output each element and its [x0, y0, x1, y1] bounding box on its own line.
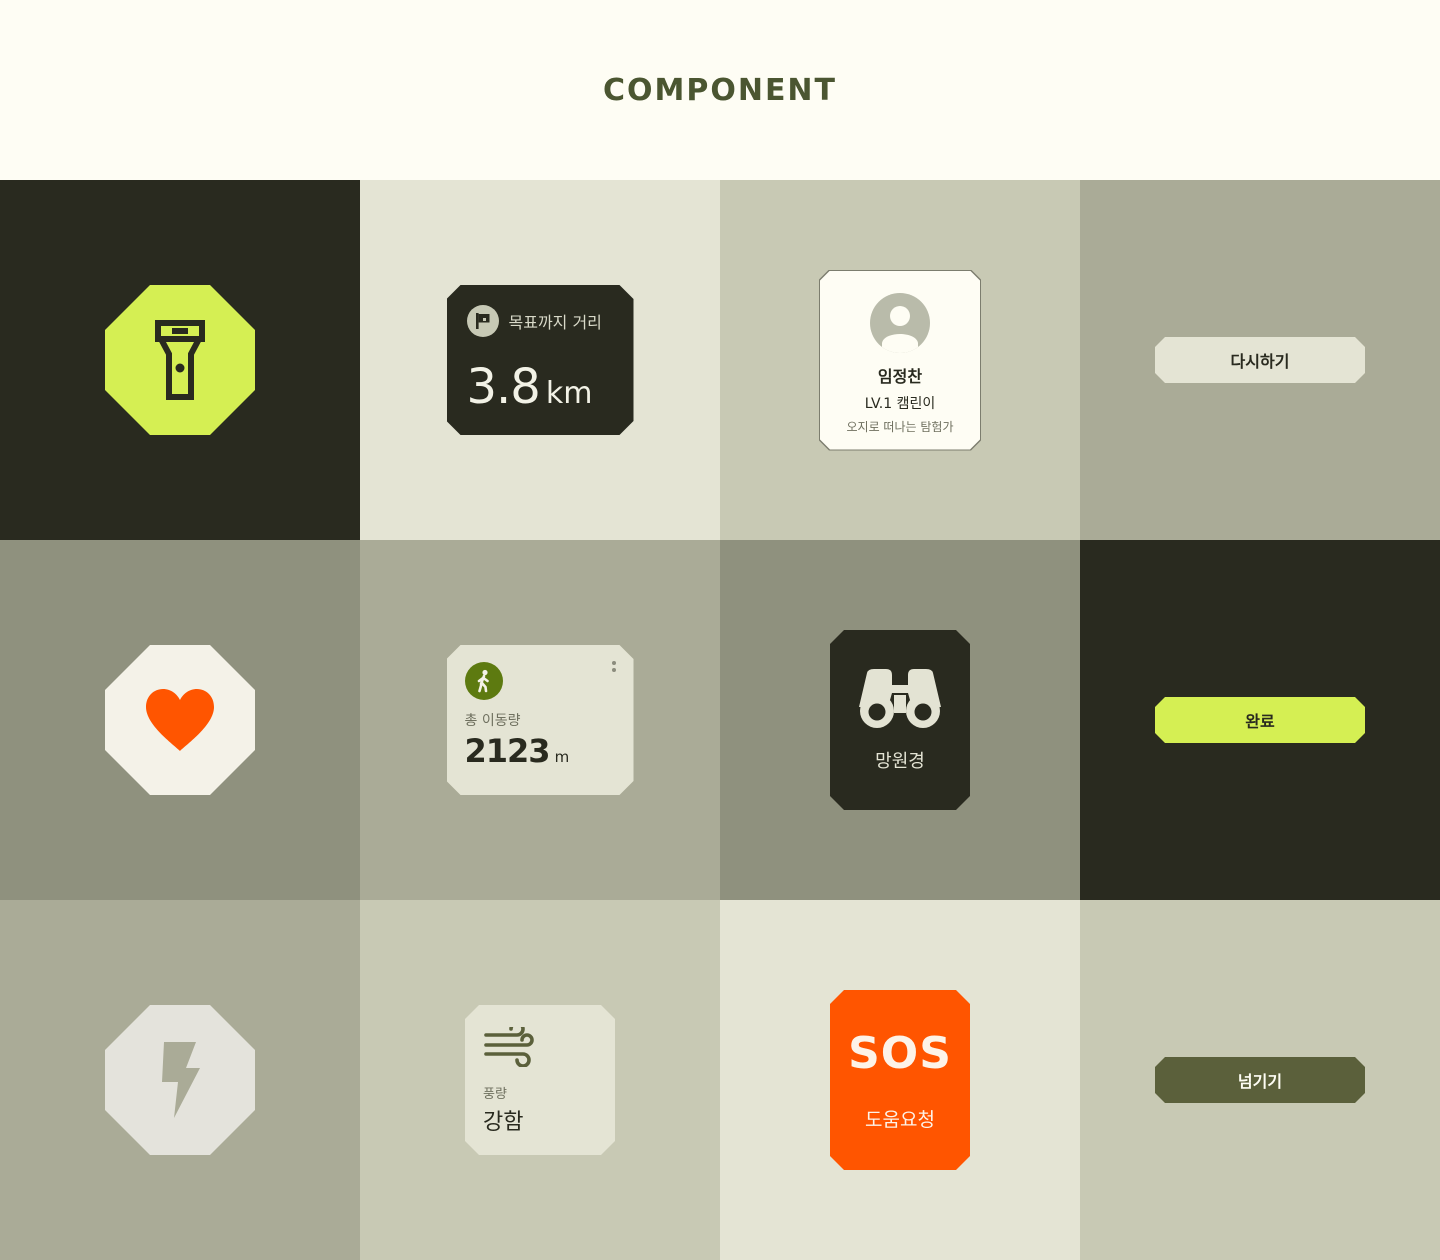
distance-value: 3.8: [466, 359, 540, 415]
cell-heart: [0, 540, 360, 900]
steps-value-row: 2123 m: [465, 732, 616, 770]
cell-sos: SOS 도움요청: [720, 900, 1080, 1260]
profile-level: LV.1 캠린이: [864, 395, 936, 412]
distance-unit: km: [545, 376, 593, 411]
flag-icon: [467, 305, 499, 337]
wind-value: 강함: [483, 1110, 524, 1135]
binoculars-icon: [858, 667, 942, 729]
steps-unit: m: [554, 748, 570, 766]
distance-card-header: 목표까지 거리: [467, 305, 614, 337]
flashlight-icon: [155, 320, 205, 400]
component-grid: 목표까지 거리 3.8 km 임정찬 LV.1 캠린이 오지로 떠나는 탐험가: [0, 180, 1440, 1260]
wind-icon: [483, 1027, 535, 1067]
cell-flashlight: [0, 180, 360, 540]
steps-value: 2123: [464, 732, 550, 770]
user-icon: [870, 293, 930, 353]
done-button[interactable]: 완료: [1155, 697, 1365, 743]
page-title: COMPONENT: [602, 72, 838, 108]
lightning-button[interactable]: [105, 1005, 255, 1155]
heart-icon: [146, 689, 214, 751]
walking-icon: [465, 662, 503, 700]
binoculars-button[interactable]: 망원경: [830, 630, 970, 810]
profile-card-body: 임정찬 LV.1 캠린이 오지로 떠나는 탐험가: [820, 271, 980, 450]
skip-button[interactable]: 넘기기: [1155, 1057, 1365, 1103]
steps-card[interactable]: 총 이동량 2123 m: [447, 645, 634, 795]
distance-value-row: 3.8 km: [467, 359, 614, 415]
cell-profile: 임정찬 LV.1 캠린이 오지로 떠나는 탐험가: [720, 180, 1080, 540]
sos-button[interactable]: SOS 도움요청: [830, 990, 970, 1170]
sos-label: 도움요청: [865, 1109, 935, 1131]
cell-wind: 풍량 강함: [360, 900, 720, 1260]
distance-label: 목표까지 거리: [508, 313, 602, 332]
flashlight-button[interactable]: [105, 285, 255, 435]
distance-card[interactable]: 목표까지 거리 3.8 km: [447, 285, 634, 435]
more-options-icon[interactable]: [611, 661, 617, 672]
cell-distance: 목표까지 거리 3.8 km: [360, 180, 720, 540]
avatar: [870, 293, 930, 353]
wind-card[interactable]: 풍량 강함: [465, 1005, 615, 1155]
profile-name: 임정찬: [877, 366, 923, 386]
header: COMPONENT: [0, 0, 1440, 180]
steps-label: 총 이동량: [464, 713, 521, 729]
profile-description: 오지로 떠나는 탐험가: [846, 419, 954, 434]
wind-label: 풍량: [483, 1087, 507, 1102]
profile-card[interactable]: 임정찬 LV.1 캠린이 오지로 떠나는 탐험가: [819, 270, 981, 451]
binoculars-label: 망원경: [875, 751, 925, 772]
cell-done: 완료: [1080, 540, 1440, 900]
lightning-icon: [162, 1042, 200, 1118]
sos-title: SOS: [848, 1028, 952, 1079]
heart-button[interactable]: [105, 645, 255, 795]
cell-lightning: [0, 900, 360, 1260]
cell-skip: 넘기기: [1080, 900, 1440, 1260]
cell-steps: 총 이동량 2123 m: [360, 540, 720, 900]
retry-button[interactable]: 다시하기: [1155, 337, 1365, 383]
cell-binoculars: 망원경: [720, 540, 1080, 900]
cell-retry: 다시하기: [1080, 180, 1440, 540]
